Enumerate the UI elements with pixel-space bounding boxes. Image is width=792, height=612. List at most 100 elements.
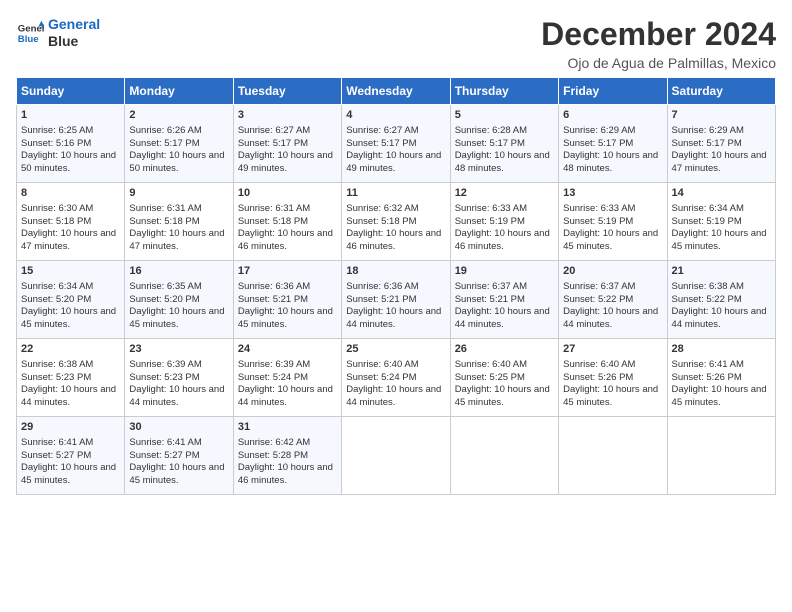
day-number: 1 (21, 108, 120, 123)
day-cell: 8Sunrise: 6:30 AMSunset: 5:18 PMDaylight… (17, 183, 125, 261)
daylight-text: Daylight: 10 hours and 44 minutes. (238, 384, 333, 408)
day-cell: 17Sunrise: 6:36 AMSunset: 5:21 PMDayligh… (233, 261, 341, 339)
day-cell: 31Sunrise: 6:42 AMSunset: 5:28 PMDayligh… (233, 417, 341, 495)
day-cell: 13Sunrise: 6:33 AMSunset: 5:19 PMDayligh… (559, 183, 667, 261)
sunset-text: Sunset: 5:22 PM (563, 294, 633, 305)
day-cell: 14Sunrise: 6:34 AMSunset: 5:19 PMDayligh… (667, 183, 775, 261)
sunrise-text: Sunrise: 6:27 AM (238, 125, 310, 136)
sunrise-text: Sunrise: 6:31 AM (238, 203, 310, 214)
day-number: 8 (21, 186, 120, 201)
day-cell: 22Sunrise: 6:38 AMSunset: 5:23 PMDayligh… (17, 339, 125, 417)
daylight-text: Daylight: 10 hours and 45 minutes. (129, 306, 224, 330)
header: General Blue GeneralBlue December 2024 O… (16, 16, 776, 71)
sunrise-text: Sunrise: 6:36 AM (238, 281, 310, 292)
sunrise-text: Sunrise: 6:39 AM (238, 359, 310, 370)
sunset-text: Sunset: 5:16 PM (21, 138, 91, 149)
day-cell: 7Sunrise: 6:29 AMSunset: 5:17 PMDaylight… (667, 105, 775, 183)
sunset-text: Sunset: 5:17 PM (455, 138, 525, 149)
daylight-text: Daylight: 10 hours and 48 minutes. (563, 150, 658, 174)
sunrise-text: Sunrise: 6:30 AM (21, 203, 93, 214)
sunrise-text: Sunrise: 6:37 AM (563, 281, 635, 292)
sunset-text: Sunset: 5:21 PM (238, 294, 308, 305)
sunrise-text: Sunrise: 6:41 AM (672, 359, 744, 370)
day-cell: 27Sunrise: 6:40 AMSunset: 5:26 PMDayligh… (559, 339, 667, 417)
daylight-text: Daylight: 10 hours and 45 minutes. (563, 384, 658, 408)
day-number: 19 (455, 264, 554, 279)
title-area: December 2024 Ojo de Agua de Palmillas, … (541, 16, 776, 71)
day-cell: 2Sunrise: 6:26 AMSunset: 5:17 PMDaylight… (125, 105, 233, 183)
week-row-5: 29 Sunrise: 6:41 AM Sunset: 5:27 PM Dayligh… (17, 417, 776, 495)
logo-icon: General Blue (16, 19, 44, 47)
sunset-text: Sunset: 5:28 PM (238, 450, 308, 461)
sunset-text: Sunset: 5:25 PM (455, 372, 525, 383)
daylight-text: Daylight: 10 hours and 45 minutes. (672, 384, 767, 408)
sunrise-text: Sunrise: 6:40 AM (346, 359, 418, 370)
day-number: 26 (455, 342, 554, 357)
daylight-text: Daylight: 10 hours and 50 minutes. (21, 150, 116, 174)
day-cell: 4Sunrise: 6:27 AMSunset: 5:17 PMDaylight… (342, 105, 450, 183)
sunset-text: Sunset: 5:26 PM (563, 372, 633, 383)
daylight-text: Daylight: 10 hours and 46 minutes. (238, 462, 333, 486)
logo-text: GeneralBlue (48, 16, 100, 50)
week-row-3: 15Sunrise: 6:34 AMSunset: 5:20 PMDayligh… (17, 261, 776, 339)
day-cell: 11Sunrise: 6:32 AMSunset: 5:18 PMDayligh… (342, 183, 450, 261)
sunrise-text: Sunrise: 6:28 AM (455, 125, 527, 136)
sunset-text: Sunset: 5:18 PM (346, 216, 416, 227)
sunrise-text: Sunrise: 6:29 AM (672, 125, 744, 136)
day-cell (559, 417, 667, 495)
daylight-text: Daylight: 10 hours and 44 minutes. (563, 306, 658, 330)
day-number: 22 (21, 342, 120, 357)
sunset-text: Sunset: 5:20 PM (129, 294, 199, 305)
day-cell: 29Sunrise: 6:41 AMSunset: 5:27 PMDayligh… (17, 417, 125, 495)
day-cell: 3Sunrise: 6:27 AMSunset: 5:17 PMDaylight… (233, 105, 341, 183)
daylight-text: Daylight: 10 hours and 44 minutes. (346, 306, 441, 330)
header-cell-thursday: Thursday (450, 78, 558, 105)
sunset-text: Sunset: 5:18 PM (238, 216, 308, 227)
daylight-text: Daylight: 10 hours and 46 minutes. (455, 228, 550, 252)
day-number: 18 (346, 264, 445, 279)
header-cell-wednesday: Wednesday (342, 78, 450, 105)
daylight-text: Daylight: 10 hours and 44 minutes. (455, 306, 550, 330)
header-cell-saturday: Saturday (667, 78, 775, 105)
week-row-4: 22Sunrise: 6:38 AMSunset: 5:23 PMDayligh… (17, 339, 776, 417)
sunset-text: Sunset: 5:24 PM (346, 372, 416, 383)
day-cell: 5Sunrise: 6:28 AMSunset: 5:17 PMDaylight… (450, 105, 558, 183)
day-number: 29 (21, 420, 120, 435)
sunrise-text: Sunrise: 6:40 AM (455, 359, 527, 370)
day-number: 14 (672, 186, 771, 201)
daylight-text: Daylight: 10 hours and 44 minutes. (129, 384, 224, 408)
sunset-text: Sunset: 5:26 PM (672, 372, 742, 383)
calendar-table: SundayMondayTuesdayWednesdayThursdayFrid… (16, 77, 776, 495)
sunrise-text: Sunrise: 6:25 AM (21, 125, 93, 136)
sunset-text: Sunset: 5:18 PM (129, 216, 199, 227)
daylight-text: Daylight: 10 hours and 46 minutes. (346, 228, 441, 252)
day-cell: 9Sunrise: 6:31 AMSunset: 5:18 PMDaylight… (125, 183, 233, 261)
sunrise-text: Sunrise: 6:36 AM (346, 281, 418, 292)
sunset-text: Sunset: 5:27 PM (129, 450, 199, 461)
sunrise-text: Sunrise: 6:32 AM (346, 203, 418, 214)
day-cell (667, 417, 775, 495)
day-number: 20 (563, 264, 662, 279)
sunset-text: Sunset: 5:19 PM (672, 216, 742, 227)
daylight-text: Daylight: 10 hours and 47 minutes. (672, 150, 767, 174)
day-number: 25 (346, 342, 445, 357)
sunrise-text: Sunrise: 6:40 AM (563, 359, 635, 370)
day-cell: 10Sunrise: 6:31 AMSunset: 5:18 PMDayligh… (233, 183, 341, 261)
sunrise-text: Sunrise: 6:41 AM (129, 437, 201, 448)
sunset-text: Sunset: 5:19 PM (563, 216, 633, 227)
day-cell: 18 Sunrise: 6:36 AM Sunset: 5:21 PMDayligh… (342, 261, 450, 339)
daylight-text: Daylight: 10 hours and 49 minutes. (346, 150, 441, 174)
svg-text:Blue: Blue (18, 34, 39, 45)
day-cell: 16Sunrise: 6:35 AMSunset: 5:20 PMDayligh… (125, 261, 233, 339)
daylight-text: Daylight: 10 hours and 49 minutes. (238, 150, 333, 174)
day-number: 23 (129, 342, 228, 357)
day-cell: 25Sunrise: 6:40 AMSunset: 5:24 PMDayligh… (342, 339, 450, 417)
daylight-text: Daylight: 10 hours and 45 minutes. (21, 306, 116, 330)
day-cell: 30Sunrise: 6:41 AMSunset: 5:27 PMDayligh… (125, 417, 233, 495)
sunset-text: Sunset: 5:21 PM (346, 294, 416, 305)
day-number: 31 (238, 420, 337, 435)
sunset-text: Sunset: 5:27 PM (21, 450, 91, 461)
sunrise-text: Sunrise: 6:33 AM (455, 203, 527, 214)
day-number: 16 (129, 264, 228, 279)
sunrise-text: Sunrise: 6:31 AM (129, 203, 201, 214)
